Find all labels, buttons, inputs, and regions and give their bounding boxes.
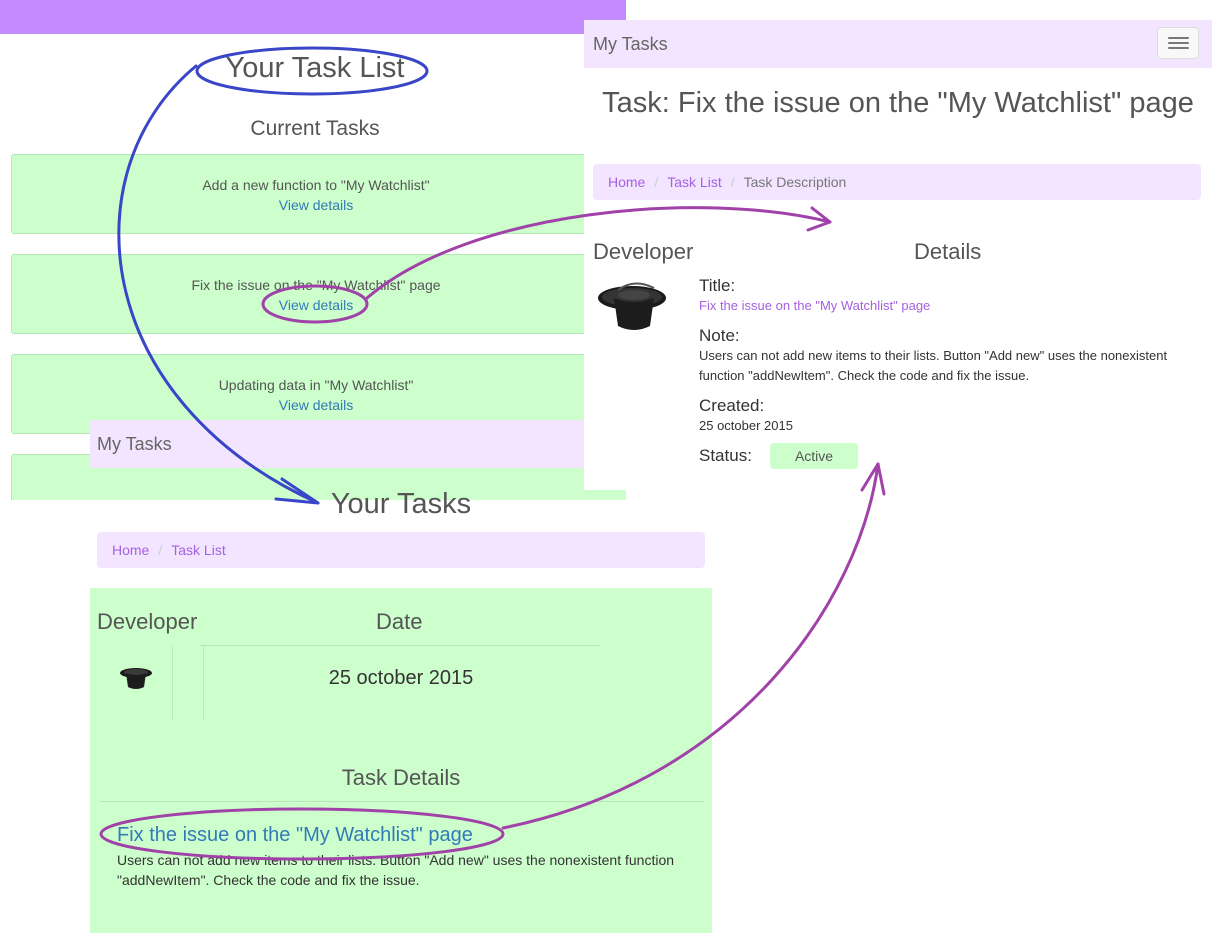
task-title: Add a new function to "My Watchlist" <box>202 177 430 193</box>
table-divider <box>172 645 173 720</box>
top-hat-icon <box>120 668 152 689</box>
breadcrumb-home[interactable]: Home <box>608 174 645 190</box>
breadcrumb-task-list[interactable]: Task List <box>171 542 225 558</box>
task-title-link[interactable]: Fix the issue on the "My Watchlist" page <box>117 824 473 847</box>
developer-column-header: Developer <box>97 609 198 634</box>
navbar-brand[interactable]: My Tasks <box>593 34 668 55</box>
created-value: 25 october 2015 <box>699 418 793 433</box>
task-card: Add a new function to "My Watchlist" Vie… <box>11 154 626 234</box>
task-date: 25 october 2015 <box>328 667 474 689</box>
view-details-link[interactable]: View details <box>12 297 620 313</box>
task-card: Fix the issue on the "My Watchlist" page… <box>11 254 626 334</box>
breadcrumb: Home / Task List / Task Description <box>593 164 1201 200</box>
navbar-brand[interactable]: My Tasks <box>97 434 172 455</box>
page-title: Your Task List <box>225 52 405 84</box>
section-title: Current Tasks <box>250 117 380 140</box>
note-label: Note: <box>699 326 740 345</box>
your-tasks-panel: My Tasks Your Tasks Home / Task List Devel… <box>90 420 712 933</box>
section-divider <box>100 801 704 802</box>
view-details-link[interactable]: View details <box>12 397 620 413</box>
details-heading: Details <box>914 239 982 264</box>
date-column-header: Date <box>376 609 423 634</box>
navbar: My Tasks <box>584 20 1212 68</box>
created-label: Created: <box>699 396 765 415</box>
navbar: My Tasks <box>90 420 584 468</box>
task-details-heading: Task Details <box>341 765 461 790</box>
page-title: Task: Fix the issue on the "My Watchlist… <box>602 87 1194 119</box>
top-hat-icon <box>598 282 666 330</box>
task-title: Updating data in "My Watchlist" <box>218 377 414 393</box>
title-label: Title: <box>699 276 736 295</box>
status-badge: Active <box>770 443 858 469</box>
page-title: Your Tasks <box>330 488 472 520</box>
breadcrumb: Home / Task List <box>97 532 705 568</box>
title-value[interactable]: Fix the issue on the "My Watchlist" page <box>699 296 1169 316</box>
note-value: Users can not add new items to their lis… <box>699 348 1168 383</box>
breadcrumb-home[interactable]: Home <box>112 542 149 558</box>
task-title: Fix the issue on the "My Watchlist" page <box>191 277 441 293</box>
task-description: Users can not add new items to their lis… <box>117 852 675 888</box>
breadcrumb-task-list[interactable]: Task List <box>667 174 721 190</box>
view-details-link[interactable]: View details <box>12 197 620 213</box>
hamburger-menu-icon[interactable] <box>1157 27 1199 59</box>
breadcrumb-current: Task Description <box>743 174 847 190</box>
table-divider <box>200 645 600 646</box>
top-navbar <box>0 0 626 34</box>
developer-heading: Developer <box>593 239 694 264</box>
